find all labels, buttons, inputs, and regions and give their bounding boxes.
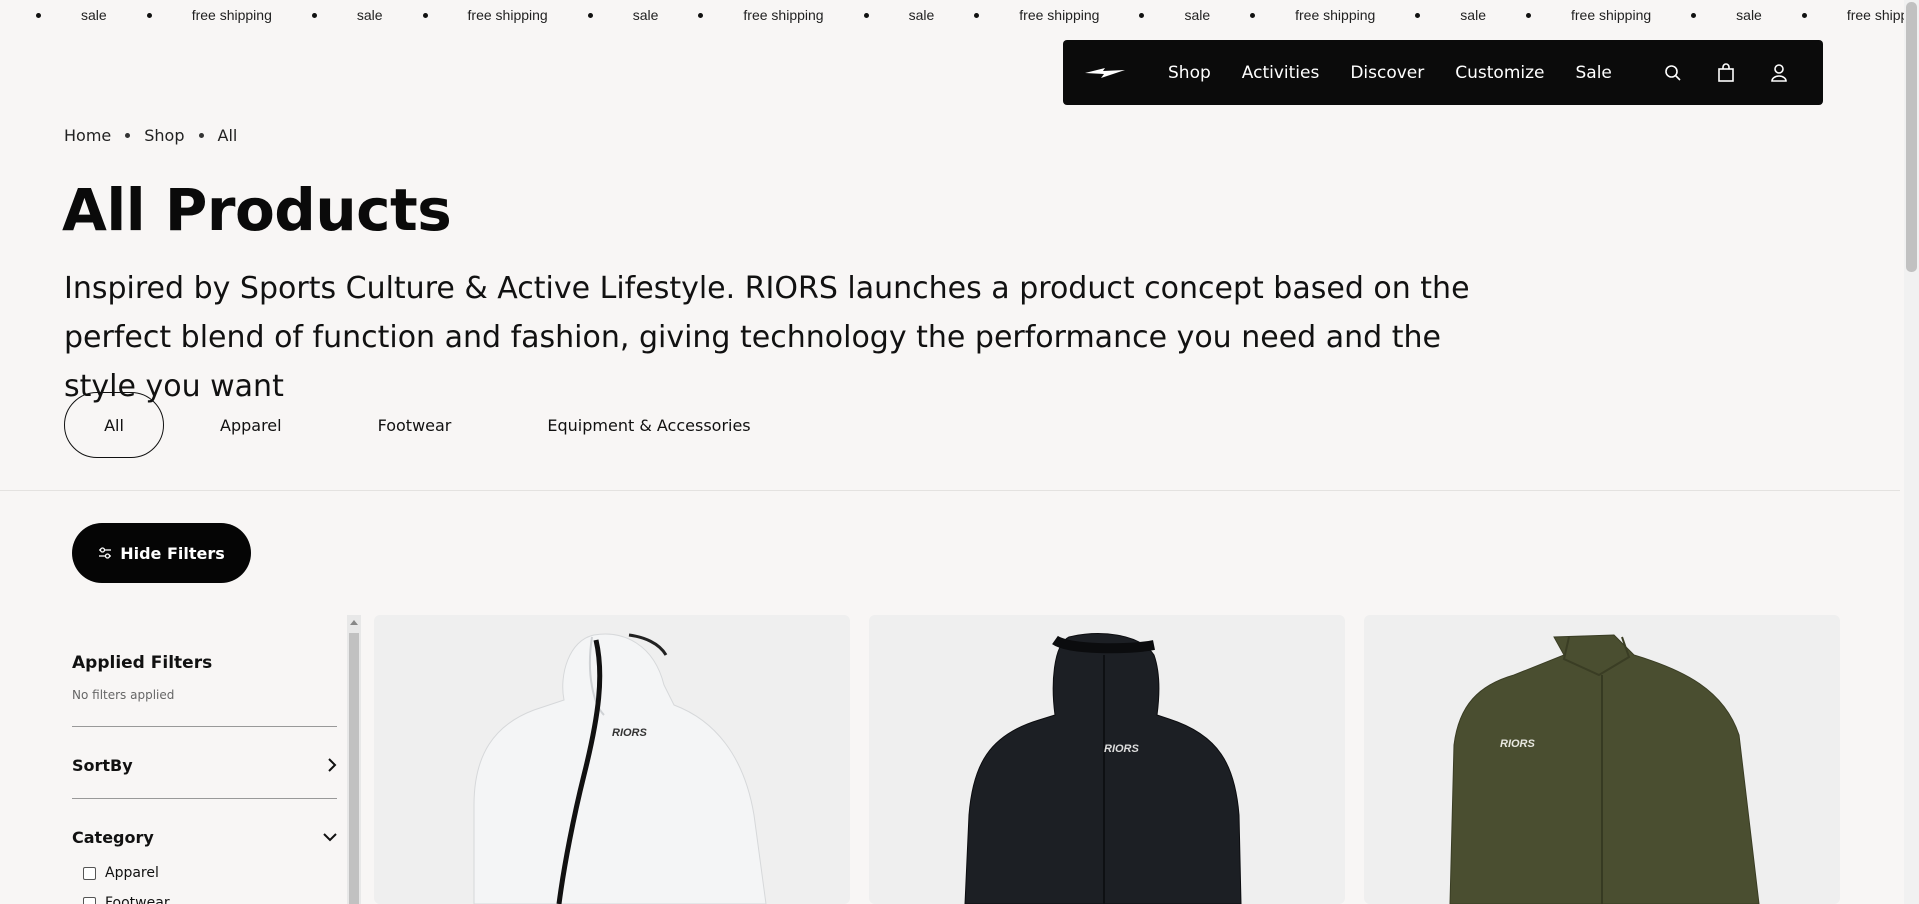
marquee-item: sale [1736, 7, 1762, 23]
scroll-up-arrow-icon[interactable] [347, 615, 361, 629]
marquee-item: free shipping [1295, 7, 1376, 23]
marquee-item: free shipping [1019, 7, 1100, 23]
breadcrumb: Home Shop All [64, 126, 237, 145]
filters-scrollbar-thumb[interactable] [349, 633, 359, 904]
marquee-separator [1801, 12, 1807, 18]
marquee-separator [1250, 12, 1256, 18]
marquee-separator [698, 12, 704, 18]
marquee-separator [863, 12, 869, 18]
marquee-item: sale [356, 7, 383, 23]
product-image-olive-jacket: RIORS [1449, 634, 1760, 904]
checkbox[interactable] [83, 896, 96, 904]
nav-link-shop[interactable]: Shop [1168, 63, 1211, 83]
breadcrumb-separator [125, 133, 131, 138]
marquee-separator [36, 12, 41, 18]
marquee-separator [1525, 12, 1531, 18]
marquee-item: sale [81, 7, 107, 23]
product-brand-label: RIORS [1500, 738, 1536, 750]
marquee-item: sale [1184, 7, 1211, 23]
breadcrumb-separator [198, 133, 204, 138]
marquee-separator [587, 12, 593, 18]
category-tabs: All Apparel Footwear Equipment & Accesso… [64, 392, 751, 458]
category-toggle[interactable]: Category [72, 825, 337, 849]
page-title: All Products [62, 176, 452, 244]
checkbox[interactable] [83, 866, 96, 880]
nav-link-discover[interactable]: Discover [1350, 63, 1424, 83]
product-card[interactable]: RIORS [869, 615, 1345, 904]
marquee-separator [146, 12, 152, 18]
sliders-icon [99, 547, 112, 559]
marquee-item: sale [632, 7, 659, 23]
chevron-right-icon [328, 758, 337, 772]
applied-filters-empty: No filters applied [72, 688, 175, 702]
marquee-item: free shipping [1570, 7, 1652, 23]
bag-icon[interactable] [1716, 62, 1736, 83]
tab-equipment-accessories[interactable]: Equipment & Accessories [547, 416, 750, 435]
nav-icons [1630, 40, 1789, 105]
tab-all[interactable]: All [64, 392, 164, 458]
breadcrumb-all: All [217, 126, 238, 145]
nav-link-activities[interactable]: Activities [1242, 63, 1320, 83]
brand-logo-icon[interactable] [1083, 60, 1127, 84]
marquee-separator [422, 12, 428, 18]
category-option-apparel[interactable]: Apparel [83, 865, 159, 881]
user-icon[interactable] [1769, 63, 1789, 83]
tab-apparel[interactable]: Apparel [220, 416, 282, 435]
chevron-down-icon [323, 833, 337, 842]
marquee-separator [311, 12, 317, 18]
product-card[interactable]: RIORS [1364, 615, 1840, 904]
marquee-item: free shipping [743, 7, 824, 23]
marquee-separator [1415, 12, 1421, 18]
filters-sidebar: Applied Filters No filters applied SortB… [72, 615, 337, 904]
marquee-item: sale [1460, 7, 1486, 23]
hide-filters-button[interactable]: Hide Filters [72, 523, 251, 583]
checkbox-label: Apparel [105, 865, 159, 881]
filter-divider [72, 726, 337, 727]
marquee-item: sale [908, 7, 935, 23]
page-description: Inspired by Sports Culture & Active Life… [64, 271, 1470, 404]
marquee-separator [974, 12, 980, 18]
applied-filters-title: Applied Filters [72, 653, 213, 673]
marquee-item: free shipping [191, 7, 272, 23]
sortby-label: SortBy [72, 755, 133, 775]
filter-divider [72, 798, 337, 799]
checkbox-label: Footwear [105, 895, 170, 904]
breadcrumb-home[interactable]: Home [64, 126, 111, 145]
product-card[interactable]: RIORS [374, 615, 850, 904]
section-divider [0, 490, 1900, 491]
nav-link-sale[interactable]: Sale [1576, 63, 1612, 83]
nav-link-customize[interactable]: Customize [1455, 63, 1544, 83]
tab-footwear[interactable]: Footwear [378, 416, 452, 435]
nav-links: Shop Activities Discover Customize Sale [1168, 40, 1643, 105]
marquee-track: sale free shipping sale free shipping sale fr… [0, 7, 1919, 23]
page-scrollbar-thumb[interactable] [1906, 2, 1917, 272]
main-navbar: Shop Activities Discover Customize Sale [1063, 40, 1823, 105]
product-brand-label: RIORS [1104, 743, 1140, 755]
category-label: Category [72, 827, 154, 847]
hide-filters-label: Hide Filters [120, 543, 225, 563]
marquee-separator [1691, 12, 1697, 18]
product-image-white-jacket: RIORS [473, 633, 767, 904]
marquee-separator [1139, 12, 1145, 18]
promo-marquee: sale free shipping sale free shipping sale fr… [0, 0, 1919, 32]
product-brand-label: RIORS [612, 727, 648, 739]
search-icon[interactable] [1663, 63, 1683, 83]
sortby-toggle[interactable]: SortBy [72, 753, 337, 777]
category-option-footwear[interactable]: Footwear [83, 895, 170, 904]
product-image-black-jacket: RIORS [964, 633, 1242, 904]
marquee-item: free shipping [467, 7, 548, 23]
breadcrumb-shop[interactable]: Shop [144, 126, 184, 145]
